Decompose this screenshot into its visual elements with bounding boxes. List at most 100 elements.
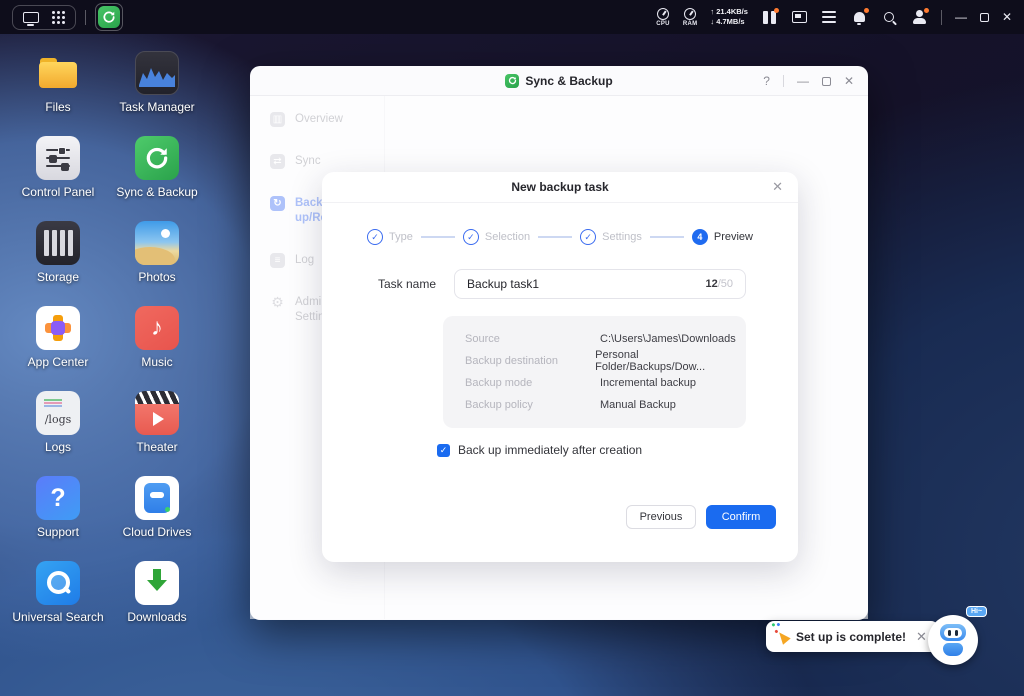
bell-icon: [854, 12, 865, 22]
desktop-icon-logs[interactable]: /logs Logs: [3, 382, 113, 467]
desktop-icon-label: Control Panel: [22, 185, 95, 199]
step-selection: ✓ Selection: [463, 229, 530, 245]
desktop-icon-task-manager[interactable]: Task Manager: [102, 42, 212, 127]
desktop-icon-downloads[interactable]: Downloads: [102, 552, 212, 637]
summary-label: Backup policy: [465, 399, 600, 411]
checkbox-backup-immediately[interactable]: ✓: [437, 444, 450, 457]
checkbox-label: Back up immediately after creation: [458, 443, 642, 457]
desktop: CPU RAM ↑ 21.4KB/s ↓ 4.7MB/s — ✕: [0, 0, 1024, 696]
app-center-core-shape: [51, 321, 65, 335]
search-button[interactable]: [881, 9, 898, 26]
ram-gauge[interactable]: RAM: [683, 8, 698, 27]
cpu-gauge[interactable]: CPU: [656, 8, 670, 27]
robot-eye: [955, 630, 958, 636]
desktop-icon-cloud-drives[interactable]: Cloud Drives: [102, 467, 212, 552]
window-title-group: Sync & Backup: [505, 74, 612, 88]
close-button[interactable]: ✕: [844, 74, 854, 88]
confirm-button[interactable]: Confirm: [706, 505, 776, 529]
step-check-icon: ✓: [367, 229, 383, 245]
desktop-icon-sync-backup[interactable]: Sync & Backup: [102, 127, 212, 212]
desktop-icon-files[interactable]: Files: [3, 42, 113, 127]
task-queue-button[interactable]: [821, 9, 838, 26]
maximize-button[interactable]: [822, 77, 831, 86]
char-max: /50: [718, 278, 733, 290]
robot-eye: [948, 630, 951, 636]
notifications-button[interactable]: [851, 9, 868, 26]
previous-button[interactable]: Previous: [626, 505, 696, 529]
task-queue-icon: [822, 11, 836, 23]
step-preview: 4 Preview: [692, 229, 753, 245]
toast-close-icon[interactable]: ✕: [916, 629, 927, 645]
modal-close-icon[interactable]: ✕: [772, 180, 783, 193]
step-connector: [538, 236, 572, 238]
step-type: ✓ Type: [367, 229, 413, 245]
step-connector: [421, 236, 455, 238]
window-titlebar[interactable]: Sync & Backup ? — ✕: [250, 66, 868, 96]
app-grid-icon[interactable]: [52, 11, 65, 24]
desktop-icon-universal-search[interactable]: Universal Search: [3, 552, 113, 637]
app-center-icon: [36, 306, 80, 350]
taskbar-launcher-group: [12, 5, 76, 30]
window-controls: ? — ✕: [763, 66, 854, 96]
remote-screen-button[interactable]: [791, 9, 808, 26]
running-app-sync-backup[interactable]: [95, 3, 123, 31]
summary-row-mode: Backup mode Incremental backup: [443, 372, 746, 394]
step-connector: [650, 236, 684, 238]
files-icon: [36, 51, 80, 95]
mascot-hi-badge: Hi~: [966, 606, 987, 617]
char-counter: 12/50: [705, 278, 733, 290]
notification-dot: [924, 8, 929, 13]
robot-face: [944, 628, 962, 638]
cloud-drives-icon: [135, 476, 179, 520]
task-name-input[interactable]: [467, 277, 705, 291]
desktop-close-button[interactable]: ✕: [1002, 11, 1012, 23]
task-name-input-box: 12/50: [454, 269, 746, 299]
widgets-button[interactable]: [761, 9, 778, 26]
desktop-minimize-button[interactable]: —: [955, 11, 967, 23]
summary-card: Source C:\Users\James\Downloads Backup d…: [443, 316, 746, 428]
user-icon: [916, 10, 923, 17]
minimize-button[interactable]: —: [797, 74, 809, 88]
desktop-icon-storage[interactable]: Storage: [3, 212, 113, 297]
modal-header: New backup task ✕: [322, 172, 798, 203]
desktop-icon-photos[interactable]: Photos: [102, 212, 212, 297]
desktop-icon-label: Sync & Backup: [116, 185, 197, 199]
notification-dot: [774, 8, 779, 13]
desktop-icon-app-center[interactable]: App Center: [3, 297, 113, 382]
taskbar-left: [12, 3, 123, 31]
cloud-status-dot: [165, 507, 170, 512]
step-check-icon: ✓: [580, 229, 596, 245]
desktop-icon-label: Files: [45, 100, 70, 114]
desktop-icon-music[interactable]: ♪ Music: [102, 297, 212, 382]
desktop-icons-column-right: Task Manager Sync & Backup Photos ♪ Musi…: [102, 42, 212, 637]
desktop-icon-label: Music: [141, 355, 172, 369]
sync-backup-icon: [135, 136, 179, 180]
desktop-icon-theater[interactable]: Theater: [102, 382, 212, 467]
desktop-icon-control-panel[interactable]: Control Panel: [3, 127, 113, 212]
party-popper-icon: [775, 629, 790, 645]
desktop-view-icon[interactable]: [23, 12, 39, 23]
step-check-icon: ✓: [463, 229, 479, 245]
sync-backup-window: Sync & Backup ? — ✕ ▥ Overview ⇄ Sync: [250, 66, 868, 620]
account-button[interactable]: [911, 9, 928, 26]
summary-row-policy: Backup policy Manual Backup: [443, 394, 746, 416]
desktop-icon-support[interactable]: ? Universal Search Support: [3, 467, 113, 552]
setup-complete-toast: Set up is complete! ✕: [766, 621, 939, 652]
step-settings: ✓ Settings: [580, 229, 642, 245]
assistant-mascot[interactable]: [928, 615, 978, 665]
downloads-icon: [135, 561, 179, 605]
help-button[interactable]: ?: [763, 74, 770, 88]
desktop-maximize-button[interactable]: [980, 13, 989, 22]
notification-dot: [864, 8, 869, 13]
step-label: Settings: [602, 231, 642, 243]
stepper: ✓ Type ✓ Selection ✓ Settings 4 Preview: [322, 229, 798, 245]
backup-immediately-row: ✓ Back up immediately after creation: [437, 443, 798, 457]
summary-value: C:\Users\James\Downloads: [600, 333, 736, 345]
window-title: Sync & Backup: [525, 74, 612, 88]
summary-label: Source: [465, 333, 600, 345]
network-speeds: ↑ 21.4KB/s ↓ 4.7MB/s: [710, 7, 748, 28]
desktop-icon-label: App Center: [28, 355, 89, 369]
desktop-icon-label: Universal Search: [12, 610, 103, 624]
step-label: Preview: [714, 231, 753, 243]
support-icon: ?: [36, 476, 80, 520]
